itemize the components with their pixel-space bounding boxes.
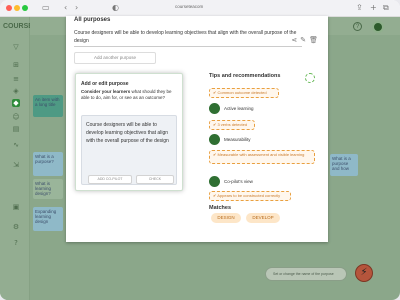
- matches-title: Matches: [209, 205, 232, 211]
- bg-card[interactable]: What is learning design?: [33, 179, 63, 199]
- add-copilot-button[interactable]: ADD CO-PILOT: [88, 175, 132, 184]
- browser-toolbar: ▭ ‹ › ◐ courseteacom ⇪ + ⧉: [0, 0, 400, 17]
- divider: [74, 46, 302, 47]
- tip-text: 3 verbs detected: [217, 122, 248, 127]
- bg-card-text: Expanding learning design: [35, 209, 57, 224]
- new-tab-icon[interactable]: +: [370, 2, 377, 14]
- share-icon[interactable]: ⇪: [356, 2, 363, 14]
- purpose-name-input[interactable]: Set or change the name of the purpose: [265, 267, 347, 281]
- bg-card[interactable]: Expanding learning design: [33, 207, 63, 231]
- check-button[interactable]: CHECK: [136, 175, 174, 184]
- tip-text: Measurable with assessment and visible l…: [217, 152, 305, 157]
- lightning-icon[interactable]: ⚡: [355, 264, 373, 282]
- export-icon[interactable]: ⇲: [12, 161, 20, 169]
- match-chip[interactable]: DESIGN: [211, 213, 241, 223]
- tip-label: Active learning: [224, 106, 254, 111]
- tips-title: Tips and recommendations: [209, 73, 281, 79]
- grid-icon[interactable]: ⊞: [12, 61, 20, 69]
- left-sidebar: COURSETEA ▽ ⊞ ≡ ◈ ◆ ☺ ▤ ∿ ⇲ ▣ ⚙ ?: [0, 17, 47, 300]
- help-button[interactable]: ?: [353, 22, 362, 31]
- user-avatar[interactable]: [372, 21, 384, 33]
- bg-card-text: What is a purpose and how: [332, 156, 351, 171]
- people-icon[interactable]: ☺: [12, 113, 20, 121]
- edit-icon[interactable]: ✎: [300, 36, 306, 44]
- loading-spinner-icon: [305, 73, 315, 83]
- layers-icon[interactable]: ◈: [12, 87, 20, 95]
- bg-card-text: An item with a long title: [35, 97, 60, 107]
- tabs-overview-icon[interactable]: ⧉: [383, 2, 389, 14]
- list-icon[interactable]: ≡: [12, 75, 20, 83]
- tip-warning: ✔ Measurable with assessment and visible…: [209, 150, 315, 164]
- tip-label: Co-pilot's view: [224, 179, 253, 184]
- check-circle-icon: [209, 134, 220, 145]
- check-circle-icon: [209, 103, 220, 114]
- forward-icon[interactable]: ›: [75, 2, 78, 14]
- help-icon[interactable]: ?: [12, 239, 20, 247]
- tip-warning: ✔ Common outcome detected: [209, 88, 279, 98]
- check-circle-icon: [209, 176, 220, 187]
- purpose-textarea[interactable]: Course designers will be able to develop…: [81, 115, 177, 185]
- tip-text: Common outcome detected: [217, 90, 267, 95]
- bg-card[interactable]: What is a purpose and how: [330, 154, 358, 176]
- add-another-purpose-button[interactable]: Add another purpose: [74, 52, 156, 64]
- delete-icon[interactable]: 🗑: [309, 36, 318, 44]
- sidebar-toggle-icon[interactable]: ▭: [42, 2, 50, 14]
- tip-text: Appears to be constructed correctly: [217, 193, 281, 198]
- edit-purpose-dialog: Add or edit purpose Consider your learne…: [75, 73, 183, 191]
- tip-label: Measurability: [224, 137, 251, 142]
- settings-icon[interactable]: ⚙: [12, 223, 20, 231]
- close-window-button[interactable]: [6, 5, 12, 11]
- textarea-value[interactable]: Course designers will be able to develop…: [86, 121, 174, 145]
- modal-title: All purposes: [74, 17, 111, 23]
- back-icon[interactable]: ‹: [64, 2, 67, 14]
- bg-card-text: What is a purpose?: [35, 154, 54, 164]
- minimize-window-button[interactable]: [14, 5, 20, 11]
- chart-icon[interactable]: ∿: [12, 141, 20, 149]
- prompt-bold: Consider your learners: [81, 89, 131, 94]
- book-icon[interactable]: ▤: [12, 125, 20, 133]
- address-bar[interactable]: courseteacom: [175, 4, 203, 9]
- bg-card-text: What is learning design?: [35, 181, 52, 196]
- bg-card[interactable]: What is a purpose?: [33, 152, 63, 176]
- tip-warning: ✔ Appears to be constructed correctly: [209, 191, 291, 201]
- dialog-prompt: Consider your learners what should they …: [81, 89, 177, 101]
- privacy-shield-icon: ◐: [112, 3, 119, 12]
- bg-card[interactable]: An item with a long title: [33, 95, 63, 117]
- purpose-icon[interactable]: ◆: [12, 99, 20, 107]
- folder-icon[interactable]: ▣: [12, 203, 20, 211]
- tip-warning: ✔ 3 verbs detected: [209, 120, 255, 130]
- maximize-window-button[interactable]: [22, 5, 28, 11]
- purpose-actions: ⋖ ✎ 🗑: [288, 36, 318, 44]
- match-chip[interactable]: DEVELOP: [246, 213, 280, 223]
- purpose-text[interactable]: Course designers will be able to develop…: [74, 29, 302, 45]
- dialog-title: Add or edit purpose: [81, 81, 129, 87]
- filter-icon[interactable]: ▽: [12, 43, 20, 51]
- share-icon[interactable]: ⋖: [291, 36, 297, 44]
- browser-window: ▭ ‹ › ◐ courseteacom ⇪ + ⧉ COURSETEA ▽ ⊞…: [0, 0, 400, 300]
